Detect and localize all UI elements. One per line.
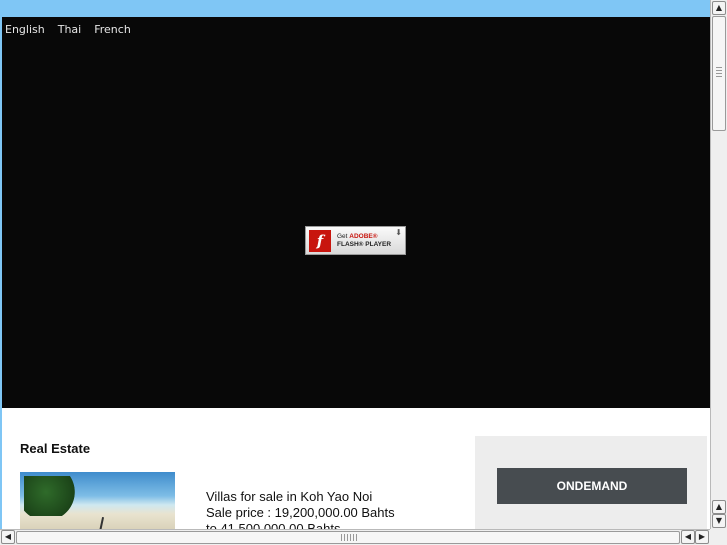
flash-badge-player: FLASH® PLAYER — [337, 240, 392, 248]
horizontal-scroll-thumb[interactable] — [16, 531, 680, 544]
side-panel: ONDEMAND — [475, 436, 707, 529]
scroll-left-arrow-icon-right[interactable]: ◀ — [681, 530, 695, 544]
scroll-up-arrow-icon[interactable]: ▲ — [712, 1, 726, 15]
listing-price-range: to 41 500 000 00 Bahts — [206, 521, 341, 529]
thumbnail-tree — [24, 476, 79, 516]
flash-badge-adobe: ADOBE® — [349, 232, 378, 240]
grip-icon — [341, 534, 357, 541]
scroll-right-arrow-icon[interactable]: ▶ — [695, 530, 709, 544]
vertical-scrollbar[interactable]: ▲ ▲ ▼ — [710, 0, 727, 529]
get-flash-player-button[interactable]: f Get ADOBE® FLASH® PLAYER ⬇ — [305, 226, 406, 255]
scrollbar-corner — [710, 529, 727, 545]
scroll-down-arrow-icon[interactable]: ▼ — [712, 514, 726, 528]
flash-badge-text: Get ADOBE® FLASH® PLAYER — [337, 233, 391, 249]
section-title: Real Estate — [20, 441, 91, 456]
listing-title: Villas for sale in Koh Yao Noi — [206, 489, 373, 504]
language-nav: English Thai French — [5, 23, 131, 36]
language-link-thai[interactable]: Thai — [58, 23, 82, 36]
listing-price: Sale price : 19,200,000.00 Bahts — [206, 505, 395, 520]
scroll-up-arrow-icon-lower[interactable]: ▲ — [712, 500, 726, 514]
flash-logo-icon: f — [309, 229, 331, 252]
vertical-scroll-thumb[interactable] — [712, 16, 726, 131]
thumbnail-palm — [97, 517, 105, 529]
listing-description: Villas for sale in Koh Yao Noi Sale pric… — [206, 489, 395, 529]
flash-banner-area: English Thai French f Get ADOBE® FLASH® … — [2, 17, 710, 408]
listing-thumbnail-image[interactable] — [20, 472, 175, 529]
language-link-french[interactable]: French — [94, 23, 131, 36]
horizontal-scrollbar[interactable]: ◀ ◀ ▶ — [0, 529, 710, 545]
grip-icon — [716, 67, 722, 79]
scroll-left-arrow-icon[interactable]: ◀ — [1, 530, 15, 544]
page-viewport: English Thai French f Get ADOBE® FLASH® … — [2, 17, 710, 529]
flash-badge-get: Get — [337, 232, 350, 240]
ondemand-button[interactable]: ONDEMAND — [497, 468, 687, 504]
language-link-english[interactable]: English — [5, 23, 45, 36]
download-arrow-icon: ⬇ — [395, 228, 402, 237]
